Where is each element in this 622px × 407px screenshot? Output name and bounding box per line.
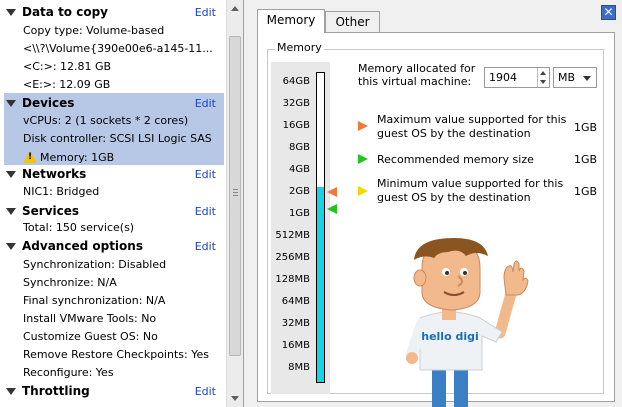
scale-label: 1GB xyxy=(289,208,310,219)
section-networks[interactable]: Networks Edit xyxy=(6,166,222,184)
info-row: <\\?\Volume{390e00e6-a145-11... xyxy=(23,42,213,55)
mascot-illustration: hello digi xyxy=(406,238,529,407)
info-row: Customize Guest OS: No xyxy=(23,330,158,343)
scale-label: 4GB xyxy=(289,164,310,175)
min-legend-value: 1GB xyxy=(574,185,598,198)
section-title: Services xyxy=(22,204,80,218)
grip-line xyxy=(233,192,238,193)
scale-label: 32MB xyxy=(281,318,310,329)
window: Data to copy Edit Copy type: Volume-base… xyxy=(0,0,622,407)
close-icon[interactable]: ✕ xyxy=(601,5,616,20)
section-title: Devices xyxy=(22,96,75,110)
recommended-legend-value: 1GB xyxy=(574,153,598,166)
collapse-triangle-icon[interactable] xyxy=(6,208,16,215)
memory-bar-fill xyxy=(317,187,324,382)
info-row: Reconfigure: Yes xyxy=(23,366,114,379)
edit-link[interactable]: Edit xyxy=(195,385,216,398)
allocated-label: Memory allocated for this virtual machin… xyxy=(358,62,476,88)
grip-line xyxy=(233,189,238,190)
memory-scale[interactable]: 64GB 32GB 16GB 8GB 4GB 2GB 1GB 512MB 256MB 128MB 6… xyxy=(271,62,337,394)
edit-link[interactable]: Edit xyxy=(195,6,216,19)
edit-link[interactable]: Edit xyxy=(195,240,216,253)
info-row: Synchronization: Disabled xyxy=(23,258,167,271)
collapse-triangle-icon[interactable] xyxy=(6,388,16,395)
info-row: Memory: 1GB xyxy=(40,151,115,164)
memory-warning-row: Memory: 1GB xyxy=(23,149,114,164)
edit-link[interactable]: Edit xyxy=(195,97,216,110)
info-row: Install VMware Tools: No xyxy=(23,312,157,325)
scale-label: 128MB xyxy=(275,274,310,285)
max-legend-text: Maximum value supported for this guest O… xyxy=(377,113,567,140)
info-row: Disk controller: SCSI LSI Logic SAS xyxy=(23,132,212,145)
grip-line xyxy=(233,195,238,196)
scale-label: 8GB xyxy=(289,142,310,153)
section-data-to-copy[interactable]: Data to copy Edit xyxy=(6,4,222,22)
edit-link[interactable]: Edit xyxy=(195,205,216,218)
spin-down-icon[interactable] xyxy=(540,80,546,84)
info-row: Copy type: Volume-based xyxy=(23,24,165,37)
scale-label: 2GB xyxy=(289,186,310,197)
section-title: Data to copy xyxy=(22,5,108,19)
scale-label: 256MB xyxy=(275,252,310,263)
recommended-legend-icon xyxy=(358,154,368,164)
chevron-down-icon[interactable] xyxy=(583,76,591,81)
info-row: Final synchronization: N/A xyxy=(23,294,166,307)
left-scrollbar[interactable] xyxy=(226,0,243,407)
min-legend-icon xyxy=(358,186,368,196)
unit-select[interactable]: MB xyxy=(553,67,597,88)
info-row: NIC1: Bridged xyxy=(23,185,100,198)
tab-memory[interactable]: Memory xyxy=(257,9,325,33)
scale-label: 64MB xyxy=(281,296,310,307)
max-marker-icon xyxy=(327,187,337,197)
summary-panel: Data to copy Edit Copy type: Volume-base… xyxy=(0,0,244,407)
min-legend-text: Minimum value supported for this guest O… xyxy=(377,177,564,204)
section-services[interactable]: Services Edit xyxy=(6,203,222,221)
recommended-marker-icon xyxy=(327,204,337,214)
section-title: Advanced options xyxy=(22,239,143,253)
scroll-thumb[interactable] xyxy=(229,36,241,356)
info-row: vCPUs: 2 (1 sockets * 2 cores) xyxy=(23,114,189,127)
scale-label: 32GB xyxy=(282,98,310,109)
scale-label: 16MB xyxy=(281,340,310,351)
collapse-triangle-icon[interactable] xyxy=(6,9,16,16)
section-throttling[interactable]: Throttling Edit xyxy=(6,383,222,401)
section-title: Throttling xyxy=(22,384,90,398)
scale-label: 8MB xyxy=(288,362,310,373)
scroll-up-arrow-icon[interactable] xyxy=(231,6,239,11)
edit-link[interactable]: Edit xyxy=(195,168,216,181)
spin-up-icon[interactable] xyxy=(540,71,546,75)
collapse-triangle-icon[interactable] xyxy=(6,171,16,178)
tab-other[interactable]: Other xyxy=(325,11,380,33)
section-devices[interactable]: Devices Edit xyxy=(6,95,222,113)
warning-icon xyxy=(23,151,37,163)
info-row: Total: 150 service(s) xyxy=(23,221,135,234)
info-row: <E:>: 12.09 GB xyxy=(23,78,111,91)
memory-spinner[interactable] xyxy=(537,68,549,87)
collapse-triangle-icon[interactable] xyxy=(6,243,16,250)
info-row: Remove Restore Checkpoints: Yes xyxy=(23,348,209,361)
scale-label: 16GB xyxy=(282,120,310,131)
section-advanced-options[interactable]: Advanced options Edit xyxy=(6,238,222,256)
scale-label: 512MB xyxy=(275,230,310,241)
mascot-shirt-text: hello digi xyxy=(421,330,479,343)
info-row: Synchronize: N/A xyxy=(23,276,117,289)
memory-bar[interactable] xyxy=(316,72,325,383)
max-legend-icon xyxy=(358,121,368,131)
section-title: Networks xyxy=(22,167,87,181)
scroll-down-arrow-icon[interactable] xyxy=(231,396,239,401)
recommended-legend-text: Recommended memory size xyxy=(377,153,534,166)
scale-label: 64GB xyxy=(282,76,310,87)
info-row: <C:>: 12.81 GB xyxy=(23,60,112,73)
collapse-triangle-icon[interactable] xyxy=(6,100,16,107)
unit-value: MB xyxy=(558,71,576,84)
max-legend-value: 1GB xyxy=(574,121,598,134)
group-title: Memory xyxy=(275,41,324,54)
